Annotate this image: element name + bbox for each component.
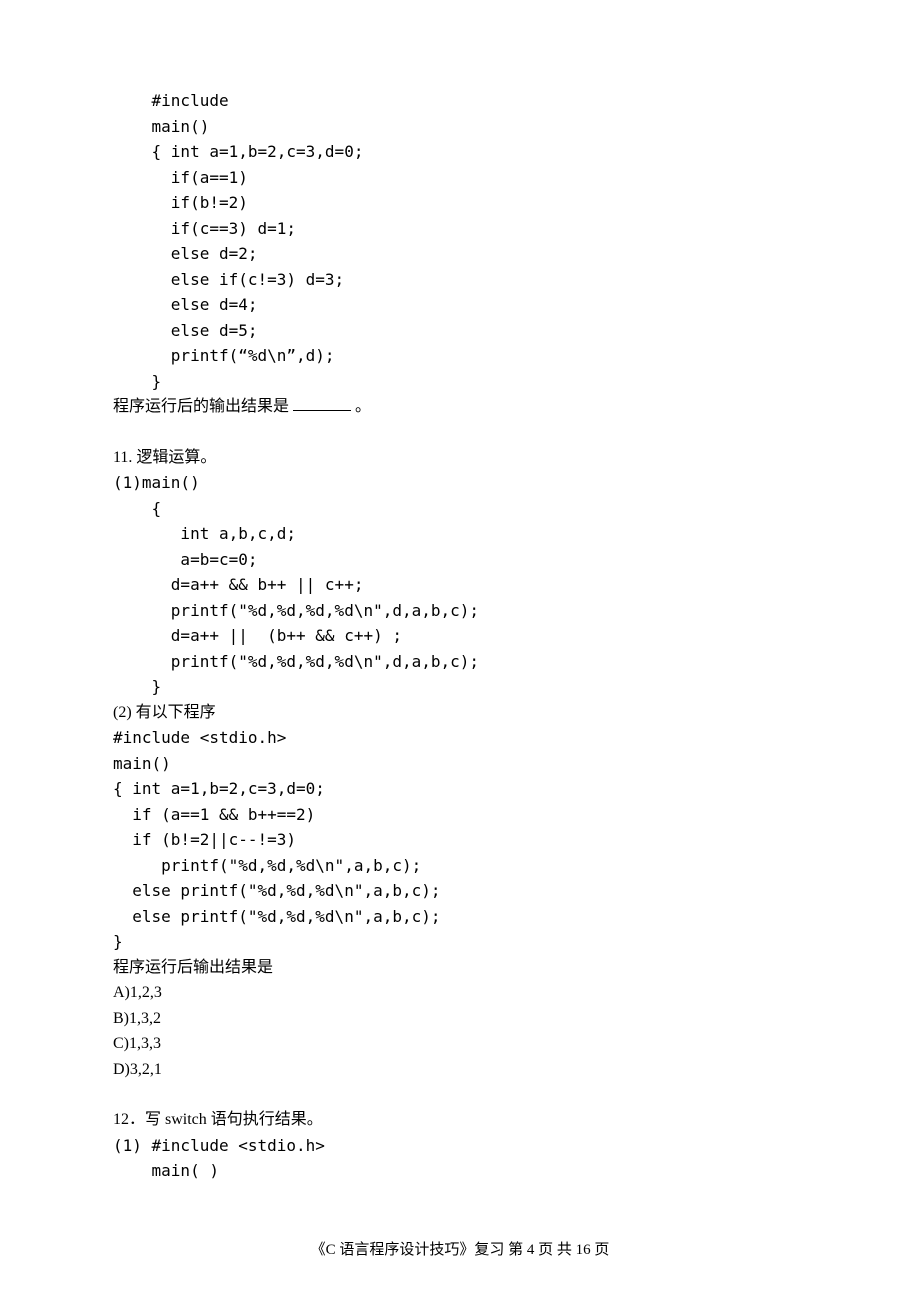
q11-p1-1: { — [113, 496, 807, 522]
q10-code-1: main() — [113, 114, 807, 140]
q11-p2-7: else printf("%d,%d,%d\n",a,b,c); — [113, 904, 807, 930]
q10-code-7: else if(c!=3) d=3; — [113, 267, 807, 293]
q11-p2-heading: (2) 有以下程序 — [113, 700, 807, 726]
q10-code-2: { int a=1,b=2,c=3,d=0; — [113, 139, 807, 165]
q11-p2-result: 程序运行后输出结果是 — [113, 955, 807, 981]
q10-code-8: else d=4; — [113, 292, 807, 318]
q10-result-suffix: 。 — [351, 398, 371, 415]
q10-code-5: if(c==3) d=1; — [113, 216, 807, 242]
q11-p2-4: if (b!=2||c--!=3) — [113, 827, 807, 853]
q10-code-10: printf(“%d\n”,d); — [113, 343, 807, 369]
q11-p1-7: d=a++ || (b++ && c++) ; — [113, 623, 807, 649]
q11-p2-1: main() — [113, 751, 807, 777]
q12-heading: 12．写 switch 语句执行结果。 — [113, 1107, 807, 1133]
q10-code-0: #include — [113, 88, 807, 114]
q11-p1-5: printf("%d,%d,%d,%d\n",d,a,b,c); — [113, 598, 807, 624]
q11-option-a: A)1,2,3 — [113, 980, 807, 1006]
q11-p1-9: } — [113, 674, 807, 700]
q10-result-prefix: 程序运行后的输出结果是 — [113, 398, 293, 415]
q11-option-c: C)1,3,3 — [113, 1031, 807, 1057]
page-content: #include main() { int a=1,b=2,c=3,d=0; i… — [113, 88, 807, 1184]
document-page: #include main() { int a=1,b=2,c=3,d=0; i… — [0, 0, 920, 1184]
q11-p1-0: (1)main() — [113, 470, 807, 496]
q10-code-11: } — [113, 369, 807, 395]
q10-code-6: else d=2; — [113, 241, 807, 267]
page-footer: 《C 语言程序设计技巧》复习 第 4 页 共 16 页 — [0, 1238, 920, 1262]
q11-p1-8: printf("%d,%d,%d,%d\n",d,a,b,c); — [113, 649, 807, 675]
q11-p1-2: int a,b,c,d; — [113, 521, 807, 547]
q10-code-4: if(b!=2) — [113, 190, 807, 216]
q10-code-3: if(a==1) — [113, 165, 807, 191]
q12-code-1: main( ) — [113, 1158, 807, 1184]
q11-p1-3: a=b=c=0; — [113, 547, 807, 573]
q11-p2-5: printf("%d,%d,%d\n",a,b,c); — [113, 853, 807, 879]
q11-p2-6: else printf("%d,%d,%d\n",a,b,c); — [113, 878, 807, 904]
q11-option-d: D)3,2,1 — [113, 1057, 807, 1083]
q11-option-b: B)1,3,2 — [113, 1006, 807, 1032]
q11-p2-8: } — [113, 929, 807, 955]
q10-code-9: else d=5; — [113, 318, 807, 344]
q10-result: 程序运行后的输出结果是 。 — [113, 394, 807, 420]
q11-p2-2: { int a=1,b=2,c=3,d=0; — [113, 776, 807, 802]
q11-p2-0: #include <stdio.h> — [113, 725, 807, 751]
fill-blank[interactable] — [293, 394, 351, 411]
q12-code-0: (1) #include <stdio.h> — [113, 1133, 807, 1159]
q11-p2-3: if (a==1 && b++==2) — [113, 802, 807, 828]
footer-text: 《C 语言程序设计技巧》复习 第 4 页 共 16 页 — [311, 1242, 610, 1258]
q11-p1-4: d=a++ && b++ || c++; — [113, 572, 807, 598]
q11-heading: 11. 逻辑运算。 — [113, 445, 807, 471]
